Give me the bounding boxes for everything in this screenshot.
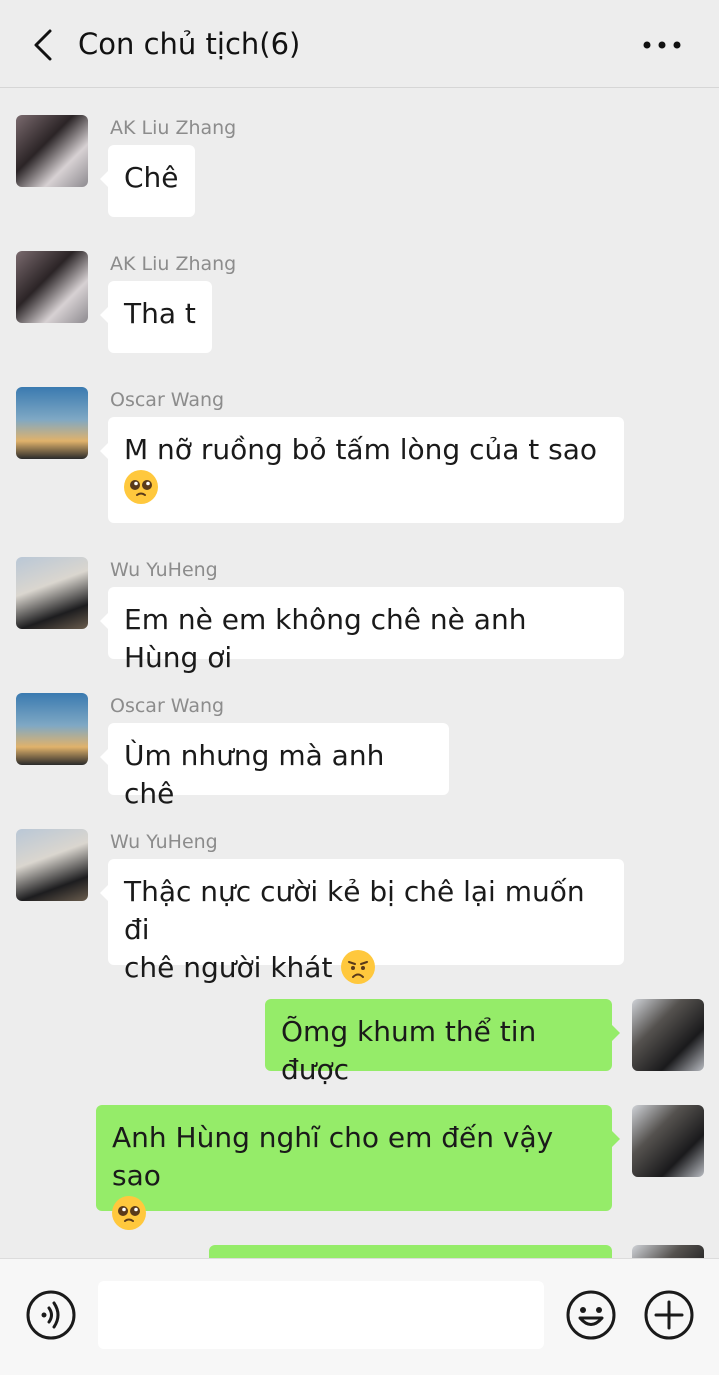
- message-bubble[interactable]: Thậc nực cười kẻ bị chê lại muốn đi chê …: [100, 859, 624, 984]
- chat-title: Con chủ tịch(6): [78, 27, 301, 61]
- sender-name: Wu YuHeng: [110, 831, 218, 853]
- pleading-face-emoji: [124, 470, 158, 504]
- more-button[interactable]: [642, 34, 682, 56]
- message-bubble-outgoing[interactable]: Õmg khum thể tin được: [265, 999, 620, 1086]
- message-input[interactable]: [98, 1281, 544, 1349]
- emoji-button[interactable]: [565, 1289, 617, 1341]
- input-toolbar: [0, 1258, 719, 1375]
- message-emoji-line: [124, 469, 608, 507]
- message-text: Chê: [124, 161, 179, 194]
- sender-name: Oscar Wang: [110, 389, 225, 411]
- message-text: Õmg khum thể tin được: [281, 1015, 537, 1086]
- voice-button[interactable]: [25, 1289, 77, 1341]
- message-text: Thậc nực cười kẻ bị chê lại muốn đi: [124, 875, 585, 946]
- message-bubble[interactable]: Em nè em không chê nè anh Hùng ơi: [100, 587, 624, 674]
- my-avatar[interactable]: [632, 1105, 704, 1177]
- message-text: Tha t: [124, 297, 196, 330]
- message-emoji-line: [112, 1195, 596, 1233]
- message-bubble-outgoing[interactable]: Anh Hùng nghĩ cho em đến vậy sao: [96, 1105, 620, 1230]
- sender-name: Wu YuHeng: [110, 559, 218, 581]
- my-avatar[interactable]: [632, 1245, 704, 1258]
- sender-name: Oscar Wang: [110, 695, 225, 717]
- back-button[interactable]: [28, 26, 58, 64]
- message-text: Ùm nhưng mà anh chê: [124, 739, 385, 810]
- avatar[interactable]: [16, 829, 88, 901]
- avatar[interactable]: [16, 557, 88, 629]
- message-text: Em nè em không chê nè anh Hùng ơi: [124, 603, 527, 674]
- sender-name: AK Liu Zhang: [110, 253, 237, 275]
- message-text: M nỡ ruồng bỏ tấm lòng của t sao: [124, 433, 598, 466]
- more-dots-icon: [643, 41, 681, 49]
- message-text: Anh Hùng nghĩ cho em đến vậy sao: [112, 1121, 554, 1192]
- message-bubble[interactable]: Tha t: [100, 281, 212, 353]
- message-bubble[interactable]: M nỡ ruồng bỏ tấm lòng của t sao: [100, 417, 624, 523]
- sender-name: AK Liu Zhang: [110, 117, 237, 139]
- pleading-face-emoji: [112, 1196, 146, 1230]
- plus-circle-icon: [644, 1290, 694, 1340]
- message-bubble[interactable]: Chê: [100, 145, 195, 217]
- avatar[interactable]: [16, 251, 88, 323]
- worried-face-emoji: [341, 950, 376, 984]
- my-avatar[interactable]: [632, 999, 704, 1071]
- avatar[interactable]: [16, 387, 88, 459]
- message-bubble[interactable]: Ùm nhưng mà anh chê: [100, 723, 449, 810]
- message-text-line2: chê người khát: [124, 949, 608, 987]
- message-list[interactable]: AK Liu Zhang Chê AK Liu Zhang Tha t Osca…: [0, 88, 719, 1258]
- avatar[interactable]: [16, 693, 88, 765]
- message-bubble-outgoing-partial[interactable]: [209, 1245, 612, 1258]
- voice-icon: [26, 1290, 76, 1340]
- plus-button[interactable]: [643, 1289, 695, 1341]
- message-text: chê người khát: [124, 951, 333, 984]
- chat-header: Con chủ tịch(6): [0, 0, 719, 88]
- avatar[interactable]: [16, 115, 88, 187]
- chevron-left-icon: [34, 29, 52, 61]
- smiley-icon: [566, 1290, 616, 1340]
